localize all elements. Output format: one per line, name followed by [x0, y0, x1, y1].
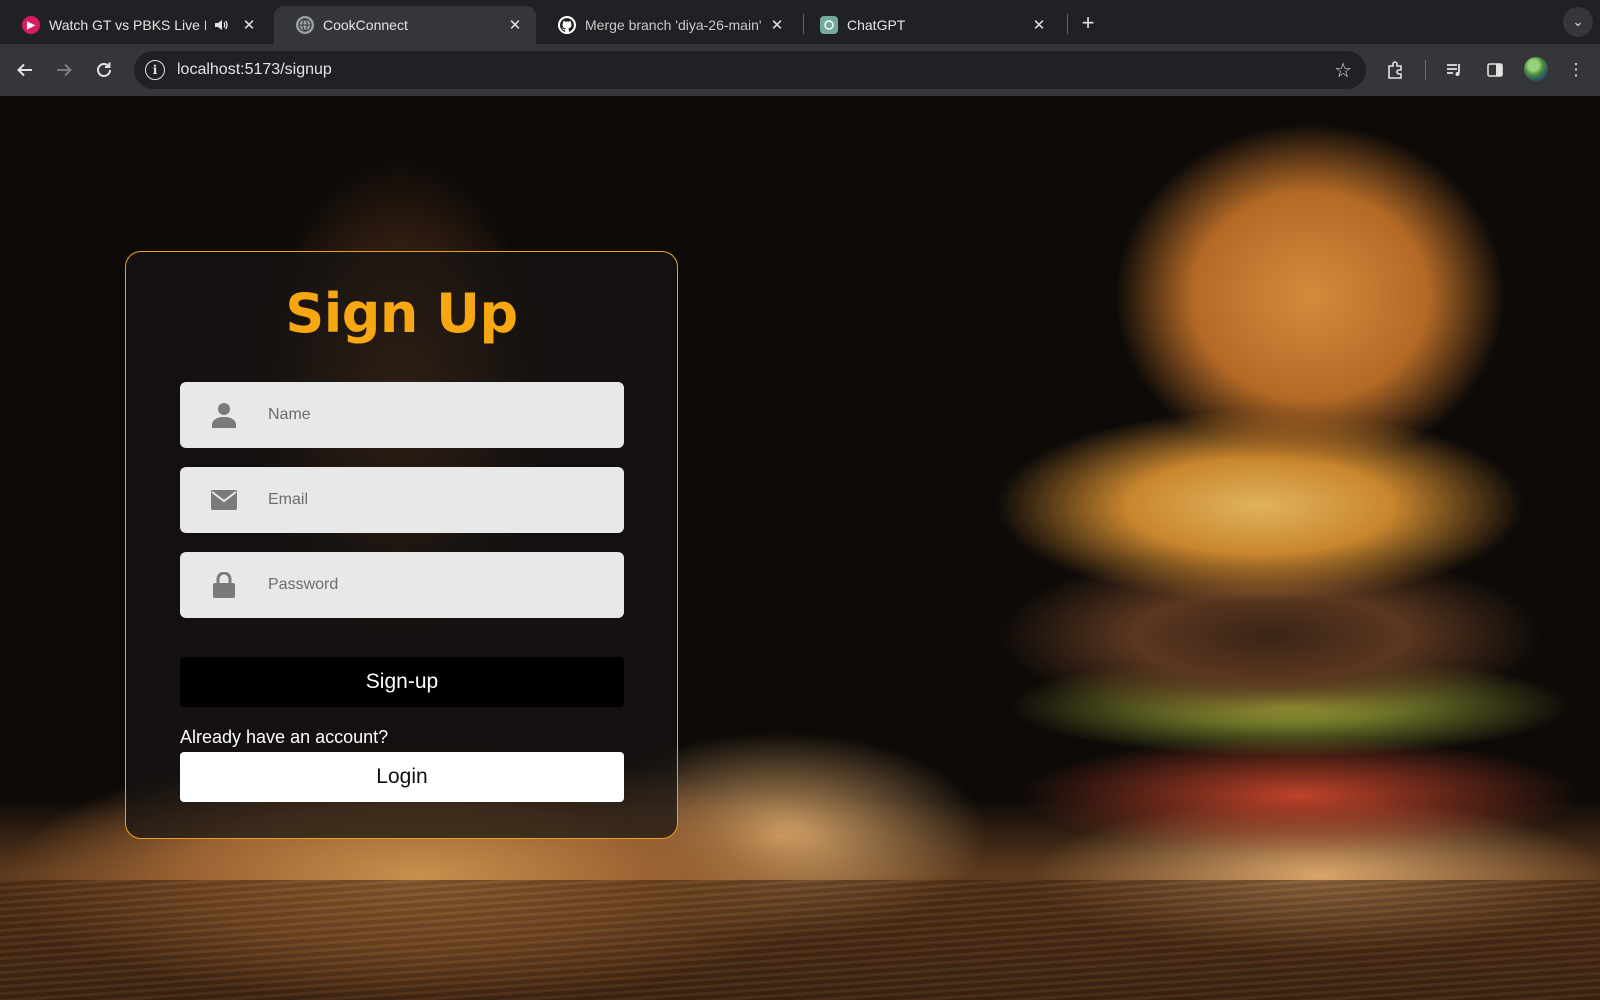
tab-title: ChatGPT [847, 17, 906, 33]
back-arrow-icon[interactable] [10, 55, 40, 85]
tab-merge-branch[interactable]: Merge branch 'diya-26-main' ✕ [536, 6, 798, 44]
new-tab-button[interactable]: + [1075, 10, 1101, 36]
profile-avatar[interactable] [1524, 57, 1548, 81]
tab-title: Merge branch 'diya-26-main' [585, 17, 762, 33]
password-input[interactable] [268, 576, 588, 594]
wooden-table-texture [0, 880, 1600, 1000]
page-title: Sign Up [285, 282, 518, 345]
speaker-icon[interactable] [212, 16, 230, 34]
name-field[interactable] [180, 382, 624, 448]
tab-title: Watch GT vs PBKS Live M [49, 17, 206, 33]
envelope-icon [180, 490, 268, 510]
browser-toolbar: i localhost:5173/signup ☆ ⋮ [0, 44, 1600, 96]
toolbar-divider [1425, 60, 1426, 80]
already-have-account-text: Already have an account? [180, 727, 389, 747]
side-panel-icon[interactable] [1482, 57, 1508, 83]
close-icon[interactable]: ✕ [1030, 16, 1048, 34]
tab-strip: ▶ Watch GT vs PBKS Live M ✕ CookConnect … [0, 0, 1600, 44]
address-bar-url[interactable]: localhost:5173/signup [177, 61, 1334, 79]
signup-card: Sign Up Sign-up Already have an account?… [125, 251, 678, 839]
login-button[interactable]: Login [180, 752, 624, 802]
signup-button[interactable]: Sign-up [180, 657, 624, 707]
extensions-puzzle-icon[interactable] [1383, 57, 1409, 83]
bookmark-star-icon[interactable]: ☆ [1334, 58, 1352, 83]
close-icon[interactable]: ✕ [240, 16, 258, 34]
media-controls-icon[interactable] [1442, 57, 1468, 83]
password-field[interactable] [180, 552, 624, 618]
site-info-icon[interactable]: i [145, 60, 165, 80]
tab-divider [1067, 14, 1068, 34]
address-bar[interactable]: i localhost:5173/signup ☆ [134, 51, 1366, 89]
hotstar-icon: ▶ [22, 16, 40, 34]
tab-title: CookConnect [323, 17, 408, 33]
close-icon[interactable]: ✕ [506, 16, 524, 34]
github-icon [558, 16, 576, 34]
email-field[interactable] [180, 467, 624, 533]
close-icon[interactable]: ✕ [768, 16, 786, 34]
reload-icon[interactable] [89, 55, 119, 85]
more-options-icon[interactable]: ⋮ [1563, 57, 1589, 83]
tab-search-chevron-down-icon[interactable]: ⌄ [1563, 7, 1593, 37]
tab-chatgpt[interactable]: ChatGPT ✕ [798, 6, 1060, 44]
name-input[interactable] [268, 406, 588, 424]
email-input[interactable] [268, 491, 588, 509]
tab-watch-gt-vs-pbks[interactable]: ▶ Watch GT vs PBKS Live M ✕ [0, 6, 270, 44]
forward-arrow-icon[interactable] [49, 55, 79, 85]
lock-icon [180, 572, 268, 598]
user-icon [180, 402, 268, 428]
background-burger-image: Sign Up Sign-up Already have an account?… [0, 96, 1600, 1000]
globe-icon [296, 16, 314, 34]
chatgpt-icon [820, 16, 838, 34]
tab-cookconnect[interactable]: CookConnect ✕ [274, 6, 536, 44]
